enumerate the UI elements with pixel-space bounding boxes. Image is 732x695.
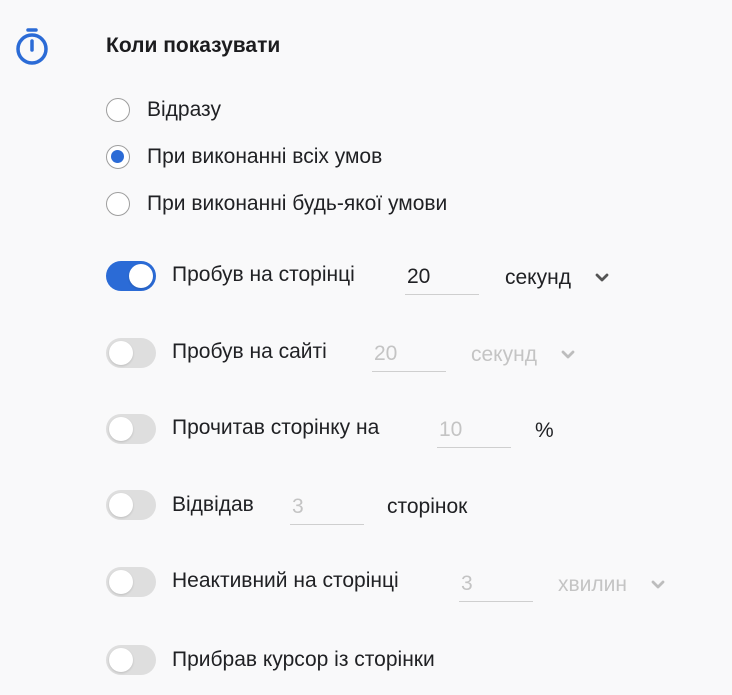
- radio-button[interactable]: [106, 192, 130, 216]
- toggle-knob: [109, 570, 133, 594]
- radio-option-all-conditions[interactable]: При виконанні всіх умов: [106, 145, 382, 169]
- inactive-input[interactable]: [459, 566, 533, 602]
- toggle-time-on-site[interactable]: [106, 338, 156, 368]
- toggle-cursor-left[interactable]: [106, 645, 156, 675]
- read-page-input[interactable]: [437, 412, 511, 448]
- label-time-on-page: Пробув на сторінці: [172, 263, 355, 286]
- radio-label: Відразу: [147, 98, 221, 121]
- label-cursor-left: Прибрав курсор із сторінки: [172, 648, 435, 671]
- toggle-knob: [109, 417, 133, 441]
- time-on-page-unit-dropdown[interactable]: секунд: [505, 266, 609, 290]
- label-read-page: Прочитав сторінку на: [172, 416, 380, 439]
- toggle-knob: [109, 341, 133, 365]
- toggle-knob: [109, 648, 133, 672]
- unit-label: секунд: [505, 266, 571, 289]
- radio-option-any-condition[interactable]: При виконанні будь-якої умови: [106, 192, 447, 216]
- radio-label: При виконанні будь-якої умови: [147, 192, 448, 215]
- pages-unit: сторінок: [387, 495, 468, 518]
- toggle-time-on-page[interactable]: [106, 261, 156, 291]
- inactive-unit-dropdown[interactable]: хвилин: [558, 573, 665, 597]
- toggle-inactive[interactable]: [106, 567, 156, 597]
- unit-label: хвилин: [558, 573, 627, 596]
- timer-icon: [16, 28, 48, 65]
- chevron-down-icon: [595, 273, 609, 282]
- time-on-page-input[interactable]: [405, 259, 479, 295]
- toggle-visited-pages[interactable]: [106, 490, 156, 520]
- label-inactive: Неактивний на сторінці: [172, 569, 399, 592]
- radio-button[interactable]: [106, 98, 130, 122]
- chevron-down-icon: [561, 350, 575, 359]
- time-on-site-unit-dropdown[interactable]: секунд: [471, 343, 575, 367]
- toggle-knob: [129, 264, 153, 288]
- radio-button[interactable]: [106, 145, 130, 169]
- percent-unit: %: [535, 419, 554, 442]
- label-time-on-site: Пробув на сайті: [172, 340, 327, 363]
- radio-label: При виконанні всіх умов: [147, 145, 383, 168]
- toggle-knob: [109, 493, 133, 517]
- time-on-site-input[interactable]: [372, 336, 446, 372]
- label-visited: Відвідав: [172, 493, 254, 516]
- chevron-down-icon: [651, 580, 665, 589]
- toggle-read-page[interactable]: [106, 414, 156, 444]
- radio-option-immediately[interactable]: Відразу: [106, 98, 221, 122]
- unit-label: секунд: [471, 343, 537, 366]
- section-title: Коли показувати: [106, 34, 281, 57]
- visited-pages-input[interactable]: [290, 489, 364, 525]
